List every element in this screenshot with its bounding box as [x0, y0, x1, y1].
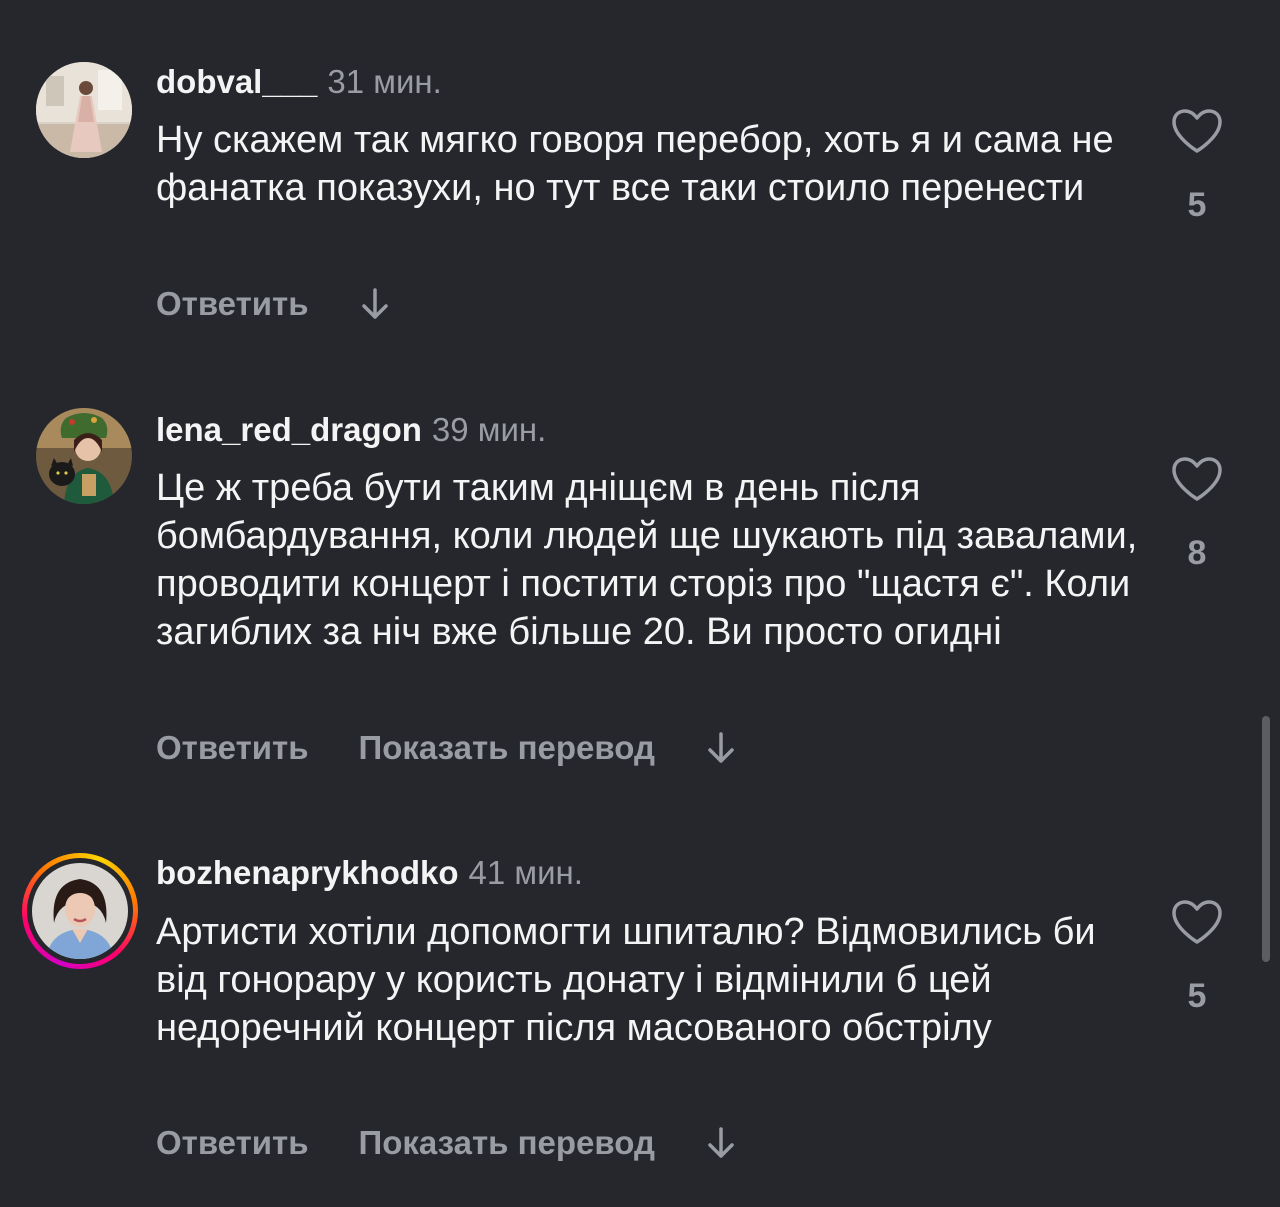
- comment-actions: Ответить Показать перевод: [156, 726, 737, 770]
- reply-button[interactable]: Ответить: [156, 1124, 309, 1162]
- arrow-down-icon[interactable]: [705, 1123, 737, 1163]
- show-translation-button[interactable]: Показать перевод: [359, 1124, 655, 1162]
- comments-screen: dobval___ 31 мин. Ну скажем так мягко гов…: [0, 0, 1280, 1207]
- like-count: 5: [1187, 977, 1207, 1015]
- comment-header: bozhenaprykhodko 41 мин.: [156, 853, 583, 893]
- reply-button[interactable]: Ответить: [156, 729, 309, 767]
- username[interactable]: bozhenaprykhodko: [156, 854, 459, 891]
- heart-outline-icon[interactable]: [1171, 899, 1223, 945]
- avatar: [32, 863, 128, 959]
- arrow-down-icon[interactable]: [359, 284, 391, 324]
- avatar[interactable]: [36, 62, 132, 158]
- reply-button[interactable]: Ответить: [156, 285, 309, 323]
- username[interactable]: lena_red_dragon: [156, 411, 422, 448]
- like-control: 8: [1166, 456, 1228, 573]
- show-translation-button[interactable]: Показать перевод: [359, 729, 655, 767]
- timestamp: 31 мин.: [327, 63, 442, 100]
- arrow-down-icon[interactable]: [705, 728, 737, 768]
- comment-text: Це ж треба бути таким дніщєм в день післ…: [156, 467, 1138, 653]
- timestamp: 41 мин.: [468, 854, 583, 891]
- like-control: 5: [1166, 108, 1228, 225]
- heart-outline-icon[interactable]: [1171, 108, 1223, 154]
- avatar[interactable]: [36, 408, 132, 504]
- heart-outline-icon[interactable]: [1171, 456, 1223, 502]
- comment-text: Ну скажем так мягко говоря перебор, хоть…: [156, 119, 1114, 209]
- comment-actions: Ответить Показать перевод: [156, 1121, 737, 1165]
- comment-text: Артисти хотіли допомогти шпиталю? Відмов…: [156, 911, 1096, 1049]
- username[interactable]: dobval___: [156, 63, 317, 100]
- comment-actions: Ответить: [156, 282, 391, 326]
- avatar-with-story-ring[interactable]: [22, 853, 138, 969]
- timestamp: 39 мин.: [431, 411, 547, 448]
- like-count: 5: [1187, 186, 1207, 224]
- scrollbar[interactable]: [1262, 716, 1270, 962]
- like-control: 5: [1166, 899, 1228, 1016]
- like-count: 8: [1187, 534, 1207, 572]
- comment-header: lena_red_dragon 39 мин.: [156, 410, 546, 450]
- comment-header: dobval___ 31 мин.: [156, 62, 442, 102]
